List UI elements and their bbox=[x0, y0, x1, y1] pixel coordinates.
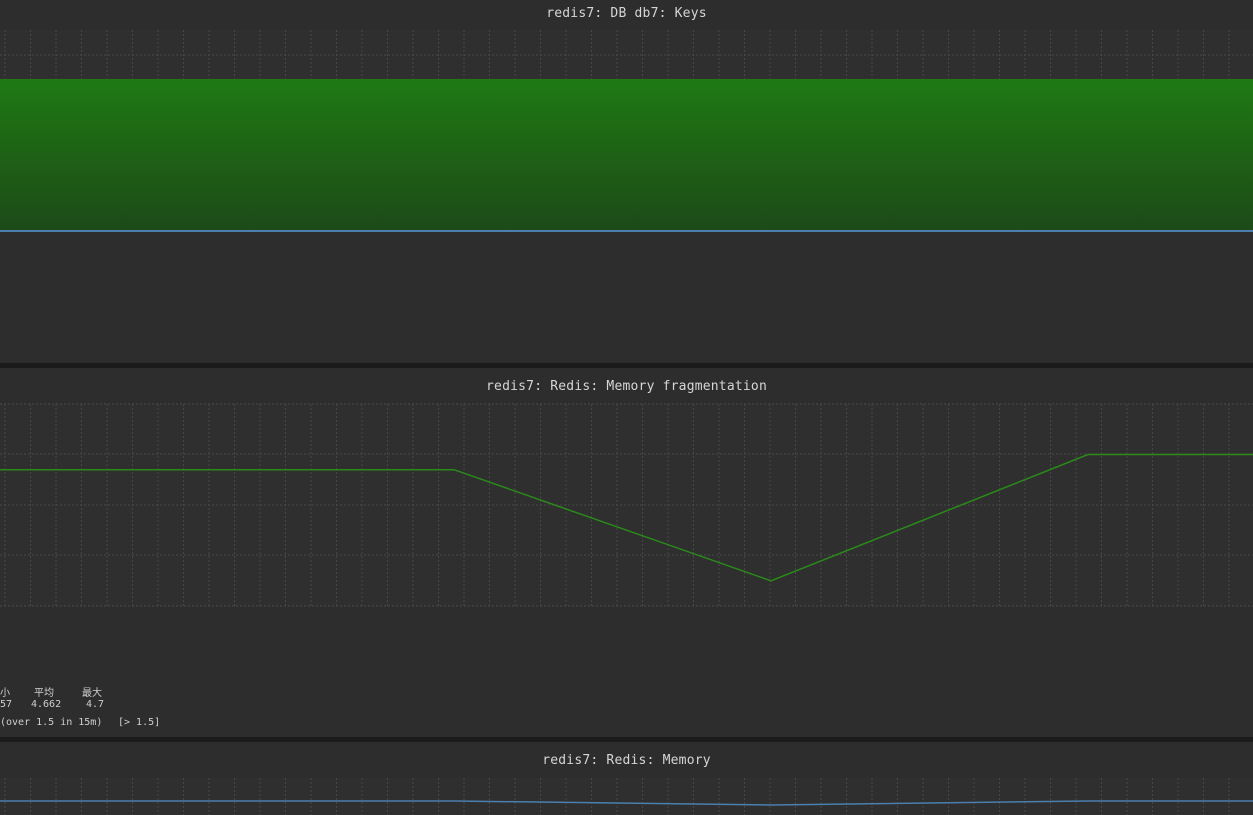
memory-graph-panel: redis7: Redis: Memory bbox=[0, 742, 1253, 815]
legend-header-avg: 平均 bbox=[34, 688, 54, 699]
memory-plot-background bbox=[0, 778, 1253, 815]
legend-value-max: 4.7 bbox=[86, 699, 105, 710]
fragmentation-graph-plot bbox=[0, 403, 1253, 607]
keys-graph-plot bbox=[0, 30, 1253, 232]
memory-graph-plot bbox=[0, 778, 1253, 815]
legend-value-avg: 4.662 bbox=[31, 699, 62, 710]
trigger-threshold: [> 1.5] bbox=[118, 717, 161, 728]
keys-series-area bbox=[0, 79, 1253, 230]
trigger-description: (over 1.5 in 15m) bbox=[0, 717, 103, 728]
keys-graph-panel: redis7: DB db7: Keys bbox=[0, 0, 1253, 363]
fragmentation-graph-panel: redis7: Redis: Memory fragmentation 小 平均… bbox=[0, 368, 1253, 737]
legend-value-min: 57 bbox=[0, 699, 13, 710]
legend-header-min: 小 bbox=[0, 688, 10, 699]
legend-header-max: 最大 bbox=[82, 688, 102, 699]
